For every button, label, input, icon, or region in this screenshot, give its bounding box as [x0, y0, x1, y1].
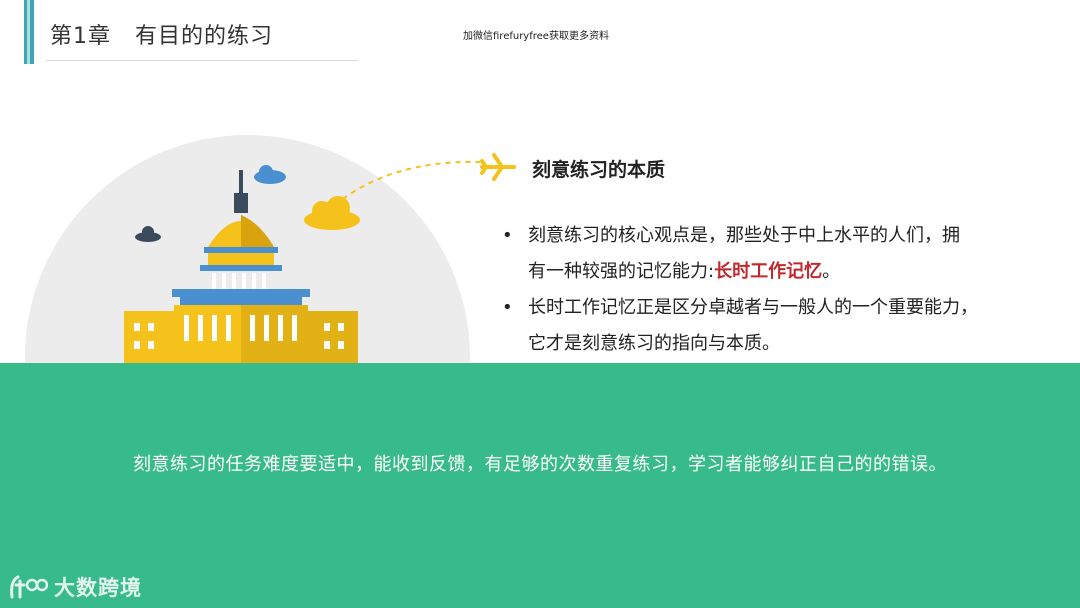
airplane-icon	[480, 153, 516, 181]
chapter-title: 第1章 有目的的练习	[50, 24, 273, 49]
brand-logo: 大数跨境	[8, 570, 142, 604]
summary-band	[0, 363, 1080, 608]
logo-icon	[10, 575, 48, 599]
summary-text: 刻意练习的任务难度要适中，能收到反馈，有足够的次数重复练习，学习者能够纠正自己的…	[133, 454, 947, 475]
bullet-text: 刻意练习的核心观点是，那些处于中上水平的人们，拥	[528, 225, 960, 246]
list-item: 长时工作记忆正是区分卓越者与一般人的一个重要能力， 它才是刻意练习的指向与本质。	[502, 290, 1062, 362]
title-divider	[46, 60, 358, 61]
cloud-icon	[135, 226, 161, 242]
bullet-text: 长时工作记忆正是区分卓越者与一般人的一个重要能力，	[528, 297, 978, 318]
bullet-text: 它才是刻意练习的指向与本质。	[528, 333, 780, 354]
bullet-list: 刻意练习的核心观点是，那些处于中上水平的人们，拥 有一种较强的记忆能力:长时工作…	[502, 218, 1062, 362]
bullet-text: 有一种较强的记忆能力:	[528, 261, 715, 282]
bullet-text: 。	[822, 261, 841, 282]
highlight-text: 长时工作记忆	[714, 261, 823, 282]
list-item: 刻意练习的核心观点是，那些处于中上水平的人们，拥 有一种较强的记忆能力:长时工作…	[502, 218, 1062, 290]
watermark-text: 加微信firefuryfree获取更多资料	[463, 31, 609, 42]
title-accent-stripe	[27, 0, 30, 64]
section-heading: 刻意练习的本质	[532, 159, 666, 181]
flight-path-decoration	[334, 153, 516, 206]
logo-text: 大数跨境	[54, 576, 142, 600]
cloud-icon	[254, 165, 286, 184]
